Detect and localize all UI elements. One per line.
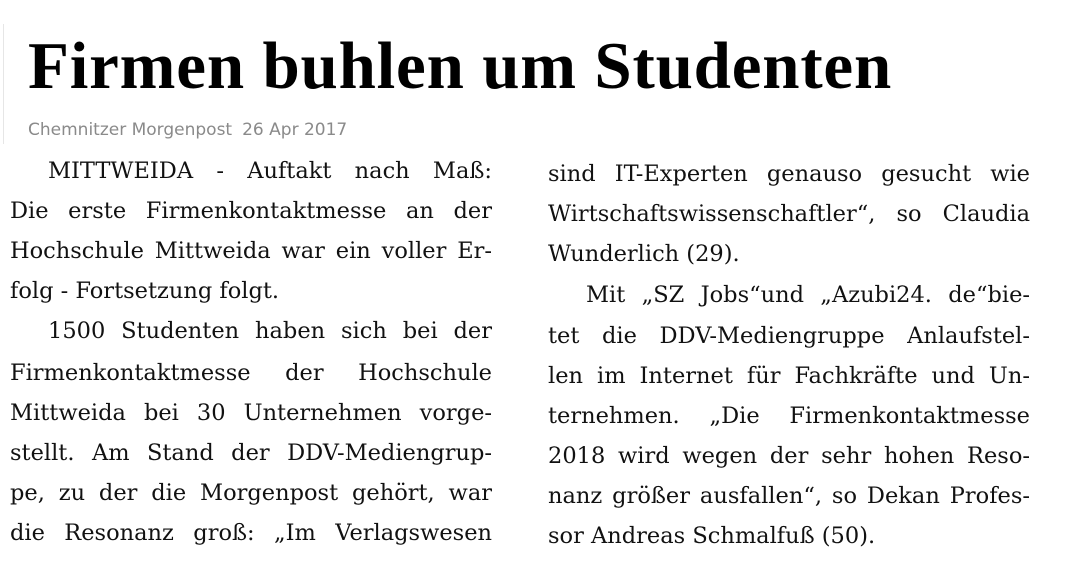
text-line: Firmenkontaktmesse der Hochschule (10, 360, 492, 386)
headline: Firmen buhlen um Studenten (28, 29, 893, 103)
text-line: Mittweida bei 30 Unternehmen vorge- (10, 400, 492, 426)
text-line: ternehmen. „Die Firmenkontaktmesse (548, 403, 1030, 429)
text-line: Hochschule Mittweida war ein voller Er- (10, 238, 492, 264)
article-meta: Chemnitzer Morgenpost 26 Apr 2017 (28, 118, 347, 142)
text-line: 2018 wird wegen der sehr hohen Reso- (548, 443, 1030, 469)
publication-date: 26 Apr 2017 (242, 120, 348, 140)
text-line: Wunderlich (29). (548, 241, 740, 267)
text-line: sind IT-Experten genauso gesucht wie (548, 161, 1030, 187)
text-line: Mit „SZ Jobs“und „Azubi24. de“bie- (586, 282, 1030, 308)
text-line: sor Andreas Schmalfuß (50). (548, 523, 876, 549)
text-line: die Resonanz groß: „Im Verlagswesen (10, 520, 492, 546)
text-line: MITTWEIDA - Auftakt nach Maß: (48, 158, 492, 184)
article-clipping: Firmen buhlen um Studenten Chemnitzer Mo… (0, 0, 1080, 564)
text-line: Wirtschaftswissenschaftler“, so Claudia (548, 201, 1030, 227)
source-name: Chemnitzer Morgenpost (28, 120, 233, 140)
text-line: 1500 Studenten haben sich bei der (48, 318, 492, 344)
text-line: nanz größer ausfallen“, so Dekan Profes- (548, 483, 1030, 509)
left-border-line (3, 24, 4, 144)
text-line: Die erste Firmenkontaktmesse an der (10, 198, 492, 224)
text-line: stellt. Am Stand der DDV-Mediengrup- (10, 440, 492, 466)
text-line: folg - Fortsetzung folgt. (10, 278, 280, 304)
text-line: len im Internet für Fachkräfte und Un- (548, 363, 1030, 389)
text-line: tet die DDV-Mediengruppe Anlaufstel- (548, 323, 1030, 349)
text-line: pe, zu der die Morgenpost gehört, war (10, 480, 492, 506)
